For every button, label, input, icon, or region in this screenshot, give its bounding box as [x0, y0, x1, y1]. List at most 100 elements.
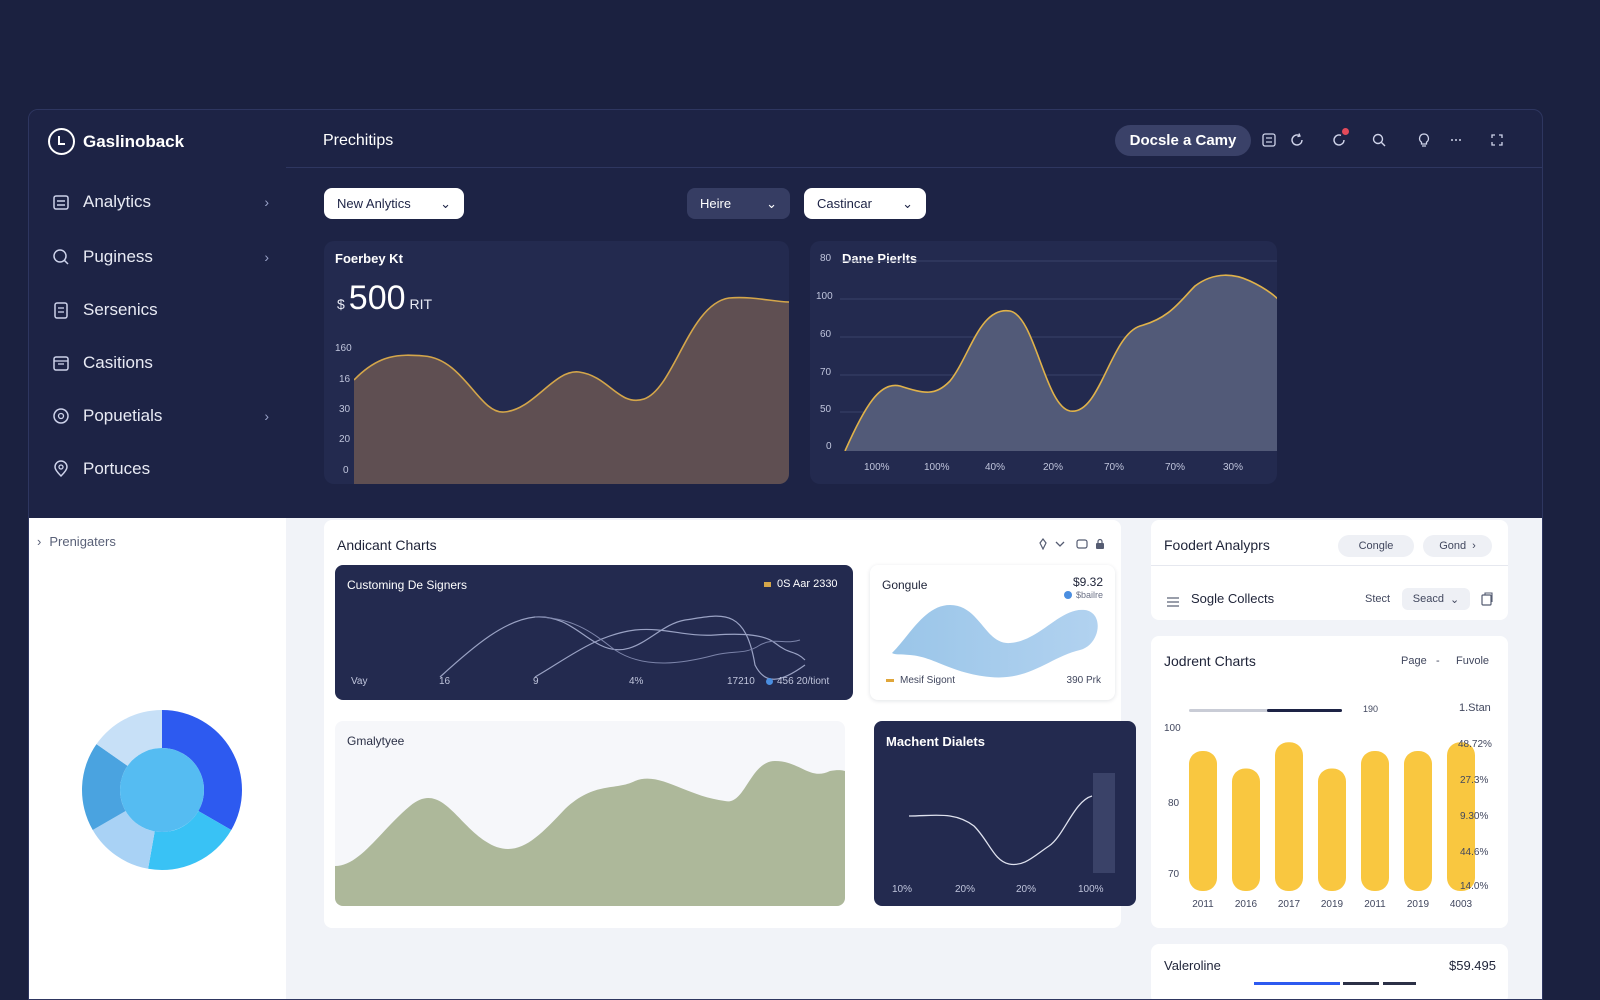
x-tick: 2017 [1278, 899, 1301, 910]
range-filter-select[interactable]: Heire ⌄ [687, 188, 790, 219]
pre-nav-link[interactable]: › Prenigaters [37, 534, 116, 549]
row-label: Sogle Collects [1191, 591, 1275, 606]
list-icon [1167, 594, 1179, 612]
x-label: 16 [439, 676, 451, 687]
donut-center [120, 748, 204, 832]
filter-value: New Anlytics [337, 196, 411, 211]
dane-area-fill [845, 275, 1277, 451]
chevron-right-icon: › [37, 534, 42, 549]
side-label: 48.72% [1458, 739, 1492, 750]
chevron-down-icon: ⌄ [902, 195, 913, 211]
x-tick: 70% [1104, 462, 1125, 473]
bar [1318, 768, 1346, 891]
select-dropdown[interactable]: Seacd ⌄ [1402, 588, 1470, 610]
machent-series-line [908, 795, 1093, 866]
chevron-right-icon: › [264, 408, 269, 424]
sidebar-item-label: Puginess [83, 247, 153, 266]
x-tick: 100% [864, 462, 890, 473]
kpi-area-fill [354, 297, 789, 484]
x-label: 9 [533, 676, 539, 687]
side-label: 14.0% [1460, 881, 1489, 892]
calendar-icon [51, 353, 71, 373]
chevron-down-icon: ⌄ [766, 195, 777, 211]
legend-swatch [766, 678, 773, 685]
x-tick: 100% [924, 462, 950, 473]
sidebar: Gaslinoback Analytics › Puginess › Serse… [29, 110, 286, 999]
more-icon[interactable] [1446, 130, 1466, 150]
lock-icon[interactable] [1094, 537, 1106, 555]
sidebar-item-sersenics[interactable]: Sersenics [51, 295, 269, 325]
sidebar-item-label: Analytics [83, 192, 152, 211]
notification-icon[interactable] [1329, 128, 1349, 150]
bar [1275, 742, 1303, 891]
gongule-blob [892, 605, 1098, 678]
bulb-icon[interactable] [1414, 130, 1434, 150]
gongule-legend: Mesif Sigont [886, 675, 955, 686]
page-title: Prechitips [323, 132, 394, 149]
sidebar-item-puginess[interactable]: Puginess › [51, 242, 269, 272]
clipboard-icon [51, 300, 71, 320]
gongule-footer: 390 Prk [1066, 675, 1101, 686]
list-icon[interactable] [1259, 130, 1279, 150]
smaly-area-card: Gmalytyee [335, 721, 845, 906]
location-icon [51, 459, 71, 479]
dane-chart-card: Dane Pierlts 80 100 60 70 50 0 100% 100%… [810, 241, 1277, 484]
expand-icon[interactable] [1487, 130, 1507, 150]
sidebar-item-portuces[interactable]: Portuces [51, 454, 269, 484]
sidebar-item-popuetials[interactable]: Popuetials › [51, 401, 269, 431]
lower-content-area: Andicant Charts Customing De Signers 0S … [286, 518, 1542, 999]
panel-title: Valeroline [1164, 958, 1221, 973]
category-filter-select[interactable]: Castincar ⌄ [804, 188, 926, 219]
x-label: 17210 [727, 676, 755, 687]
x-tick: 2016 [1235, 899, 1258, 910]
x-tick: 2011 [1192, 899, 1214, 910]
sidebar-item-label: Portuces [83, 459, 151, 478]
kpi-area-chart [354, 296, 789, 484]
sidebar-nav: Gaslinoback Analytics › Puginess › Serse… [29, 110, 286, 518]
card-title: Foerbey Kt [335, 251, 403, 266]
y-tick: 70 [820, 367, 832, 378]
tab-gond[interactable]: Gond › [1423, 535, 1492, 557]
x-tick: 2019 [1407, 899, 1430, 910]
y-tick: 80 [820, 253, 832, 264]
panel-title: Andicant Charts [337, 537, 437, 553]
sidebar-item-casitions[interactable]: Casitions [51, 348, 269, 378]
refresh-icon[interactable] [1287, 130, 1307, 150]
y-tick: 30 [339, 404, 351, 415]
analytics-filter-select[interactable]: New Anlytics ⌄ [324, 188, 464, 219]
bar [1232, 768, 1260, 891]
valeroline-progress [1254, 982, 1340, 985]
select-value: Seacd [1412, 593, 1444, 605]
brand-logo-icon [48, 128, 75, 155]
tab-congle[interactable]: Congle [1338, 535, 1414, 557]
y-tick: 50 [820, 404, 832, 415]
valeroline-progress [1383, 982, 1416, 985]
machent-line-chart [908, 773, 1115, 873]
primary-action-button[interactable]: Docsle a Camy [1115, 125, 1251, 156]
brand[interactable]: Gaslinoback [48, 128, 184, 155]
y-tick: 0 [826, 441, 832, 452]
chevron-down-icon[interactable] [1054, 537, 1066, 555]
legend-swatch [886, 679, 894, 682]
message-icon[interactable] [1076, 537, 1088, 555]
sidebar-item-label: Sersenics [83, 300, 158, 319]
app-window: Gaslinoback Analytics › Puginess › Serse… [28, 109, 1543, 1000]
sidebar-item-label: Popuetials [83, 406, 163, 425]
brand-name: Gaslinoback [83, 131, 185, 151]
machent-chart-card: Machent Dialets 10% 20% 20% 100% [874, 721, 1136, 906]
legend-label: Mesif Sigont [900, 675, 956, 686]
kpi-chart-card: Foerbey Kt $ 500 RIT 160 16 30 20 0 [324, 241, 789, 484]
bar [1189, 751, 1217, 891]
search-icon[interactable] [1369, 130, 1389, 150]
copy-icon[interactable] [1481, 592, 1493, 611]
footer-legend: 456 20/tiont [766, 676, 829, 687]
divider [1151, 565, 1508, 566]
valeroline-progress [1343, 982, 1379, 985]
smaly-area-chart [335, 761, 845, 906]
legend-label: 456 20/tiont [777, 676, 830, 687]
building-icon [51, 192, 71, 212]
pin-icon[interactable] [1037, 537, 1049, 555]
sidebar-item-analytics[interactable]: Analytics › [51, 187, 269, 217]
y-tick: 100 [816, 291, 833, 302]
search-globe-icon [51, 247, 71, 267]
